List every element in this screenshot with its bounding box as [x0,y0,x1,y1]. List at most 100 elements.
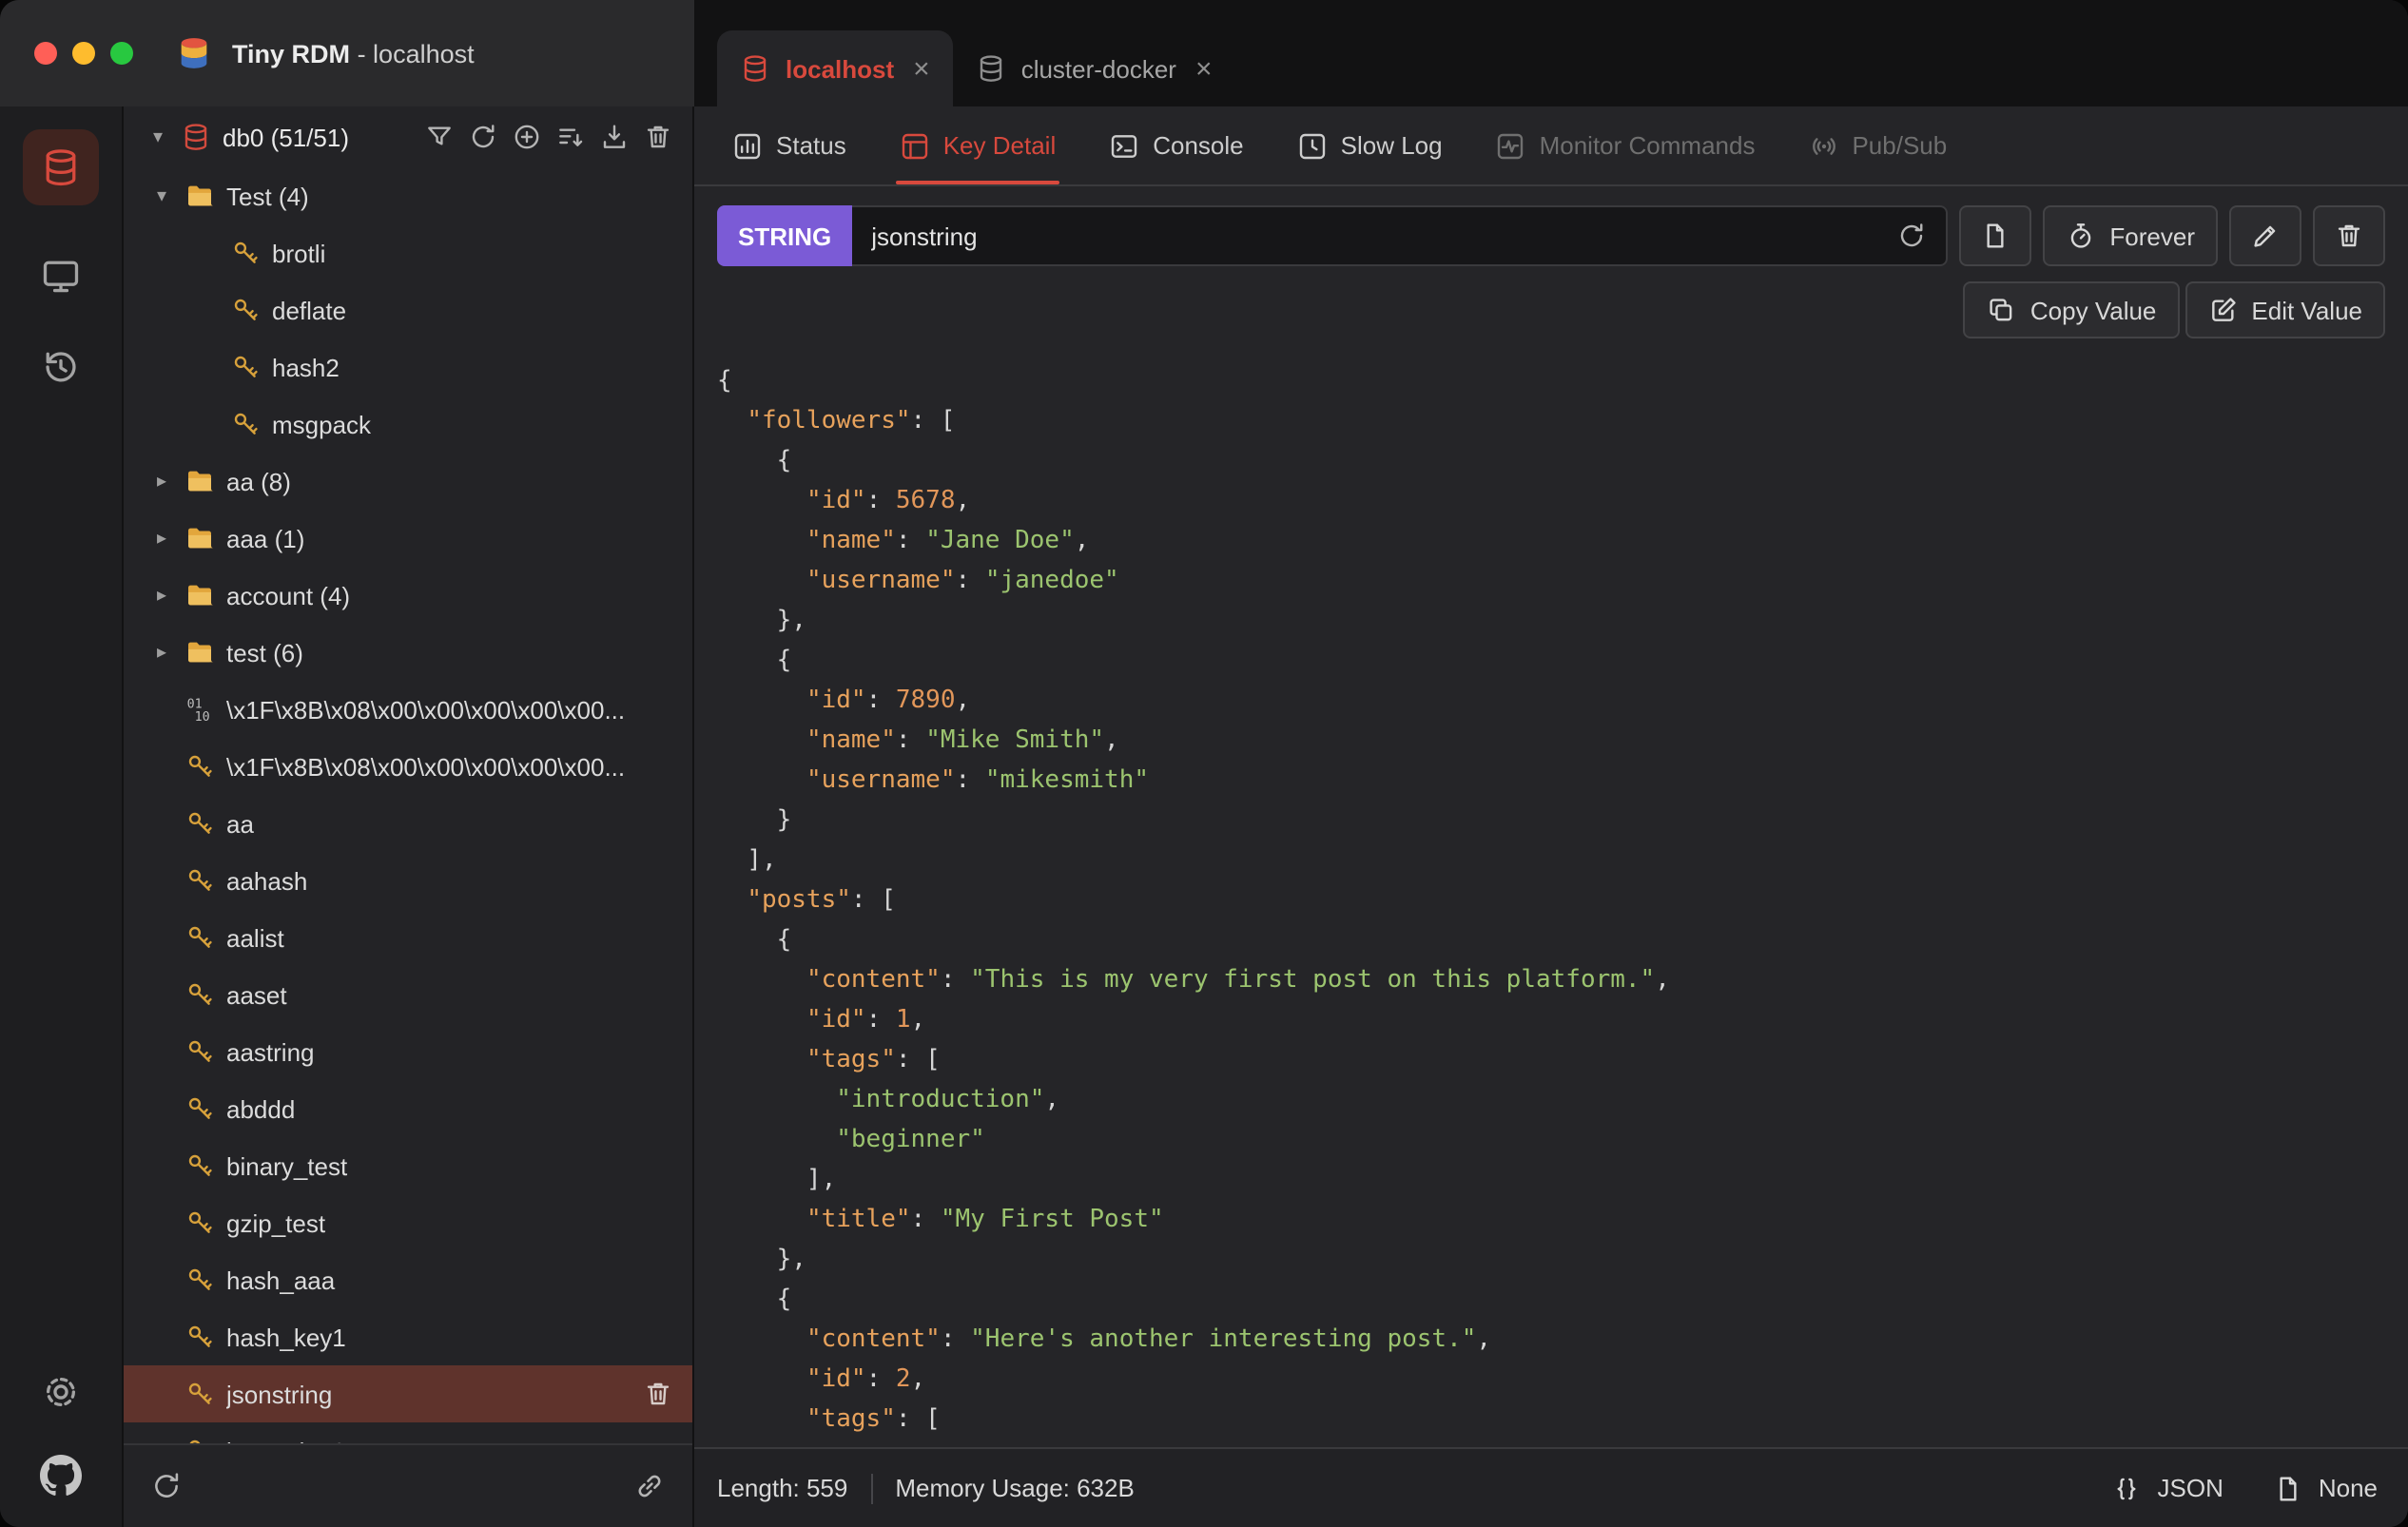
detail-tab-label: Pub/Sub [1852,131,1948,160]
tree-item-aaa-1[interactable]: ▸ aaa (1) [124,510,692,567]
json-format-icon [2112,1473,2143,1503]
batch-operate-icon[interactable] [555,122,586,152]
tree-item-hash2[interactable]: hash2 [124,338,692,396]
window-controls [34,42,133,65]
collapse-db-icon[interactable]: ▾ [146,126,169,147]
tree-item-msgpack[interactable]: msgpack [124,396,692,453]
json-token: "followers" [747,407,911,435]
json-token: "Here's another interesting post." [970,1325,1477,1354]
settings-icon[interactable] [40,1371,82,1413]
broadcast-icon [1808,130,1838,161]
json-line: }, [717,1240,2393,1280]
history-icon[interactable] [40,346,82,388]
detail-tab-key-detail[interactable]: Key Detail [877,106,1079,184]
json-token: "username" [806,567,956,595]
tree-item-gzip-test[interactable]: gzip_test [124,1194,692,1251]
tree-item-account-4[interactable]: ▸ account (4) [124,567,692,624]
copy-value-button[interactable]: Copy Value [1963,281,2180,338]
tree-item-binary-test[interactable]: binary_test [124,1137,692,1194]
close-window-button[interactable] [34,42,57,65]
decode-select[interactable]: None [2273,1473,2378,1503]
filter-icon[interactable] [424,122,455,152]
json-line: "content": "This is my very first post o… [717,960,2393,1000]
view-format-value: JSON [2157,1474,2224,1502]
detail-tab-pub-sub[interactable]: Pub/Sub [1785,106,1970,184]
database-header[interactable]: ▾ db0 (51/51) [124,106,692,167]
detail-tab-label: Monitor Commands [1539,131,1756,160]
json-token: "id" [806,1006,866,1034]
minimize-window-button[interactable] [72,42,95,65]
json-token: : [940,1325,971,1354]
expand-icon[interactable]: ▸ [150,528,173,549]
github-icon[interactable] [40,1455,82,1497]
import-icon[interactable] [599,122,630,152]
tree-item-aastring[interactable]: aastring [124,1023,692,1080]
tree-item-aalist[interactable]: aalist [124,909,692,966]
copy-key-name-button[interactable] [1959,205,2032,266]
tree-item-x1f-x8b-x08-x00-x00-x00-[interactable]: \x1F\x8B\x08\x00\x00\x00\x00\x00... [124,738,692,795]
edit-value-button[interactable]: Edit Value [2185,281,2385,338]
key-icon [184,1036,215,1067]
connection-tab-cluster-docker[interactable]: cluster-docker × [953,30,1235,106]
delete-key-icon[interactable] [643,1379,673,1409]
view-format-select[interactable]: JSON [2112,1473,2224,1503]
flush-db-icon[interactable] [643,122,673,152]
detail-tab-status[interactable]: Status [709,106,869,184]
close-tab-icon[interactable]: × [913,54,930,83]
tree-item-jsonstring[interactable]: jsonstring [124,1365,692,1422]
folder-icon [184,637,215,667]
expand-icon[interactable]: ▸ [150,585,173,606]
key-icon [230,238,261,268]
ttl-label: Forever [2109,222,2195,250]
tree-item-test-6[interactable]: ▸ test (6) [124,624,692,681]
detail-tabs: Status Key Detail Console Slow Log Monitor C… [694,106,2408,186]
tree-item-aaset[interactable]: aaset [124,966,692,1023]
add-key-icon[interactable] [512,122,542,152]
tree-item-deflate[interactable]: deflate [124,281,692,338]
reload-key-icon[interactable] [1896,221,1927,251]
json-token: "posts" [747,886,851,915]
zoom-window-button[interactable] [110,42,133,65]
value-viewer[interactable]: { "followers": [ { "id": 5678, "name": "… [694,354,2408,1447]
detail-tab-monitor-commands[interactable]: Monitor Commands [1473,106,1778,184]
refresh-db-icon[interactable] [468,122,498,152]
connection-tab-localhost[interactable]: localhost × [717,30,953,106]
server-monitor-icon[interactable] [40,255,82,297]
json-token: "name" [806,726,896,755]
tree-item-abddd[interactable]: abddd [124,1080,692,1137]
database-icon [181,122,211,152]
tree-item-aahash[interactable]: aahash [124,852,692,909]
link-icon[interactable] [633,1470,666,1502]
tree-item-aa[interactable]: aa [124,795,692,852]
tree-item-brotli[interactable]: brotli [124,224,692,281]
delete-key-button[interactable] [2313,205,2385,266]
tree-footer [124,1443,692,1527]
json-token: "mikesmith" [984,766,1149,795]
json-token: : [910,1206,941,1234]
tree-item-label: deflate [272,296,347,324]
reload-tree-icon[interactable] [150,1470,183,1502]
key-name-field[interactable]: jsonstring [852,205,1949,266]
ttl-button[interactable]: Forever [2043,205,2218,266]
json-token: "id" [806,686,866,715]
expand-icon[interactable]: ▸ [150,471,173,492]
tree-item-label: abddd [226,1094,296,1123]
folder-icon [184,580,215,610]
detail-tab-console[interactable]: Console [1086,106,1266,184]
rail-databases-button[interactable] [23,129,99,205]
tree-item-jsonstring2[interactable]: jsonstring2 [124,1422,692,1443]
close-tab-icon[interactable]: × [1195,54,1213,83]
tree-item-hash-aaa[interactable]: hash_aaa [124,1251,692,1308]
json-line: { [717,1280,2393,1320]
tree-item-x1f-x8b-x08-x00-x00-x00-[interactable]: 01 10 \x1F\x8B\x08\x00\x00\x00\x00\x00... [124,681,692,738]
nav-rail [0,106,124,1527]
rename-key-button[interactable] [2229,205,2301,266]
tree-item-test-4[interactable]: ▾ Test (4) [124,167,692,224]
tree-item-aa-8[interactable]: ▸ aa (8) [124,453,692,510]
expand-icon[interactable]: ▸ [150,642,173,663]
collapse-icon[interactable]: ▾ [150,185,173,206]
tree-item-hash-key1[interactable]: hash_key1 [124,1308,692,1365]
detail-tab-slow-log[interactable]: Slow Log [1274,106,1466,184]
